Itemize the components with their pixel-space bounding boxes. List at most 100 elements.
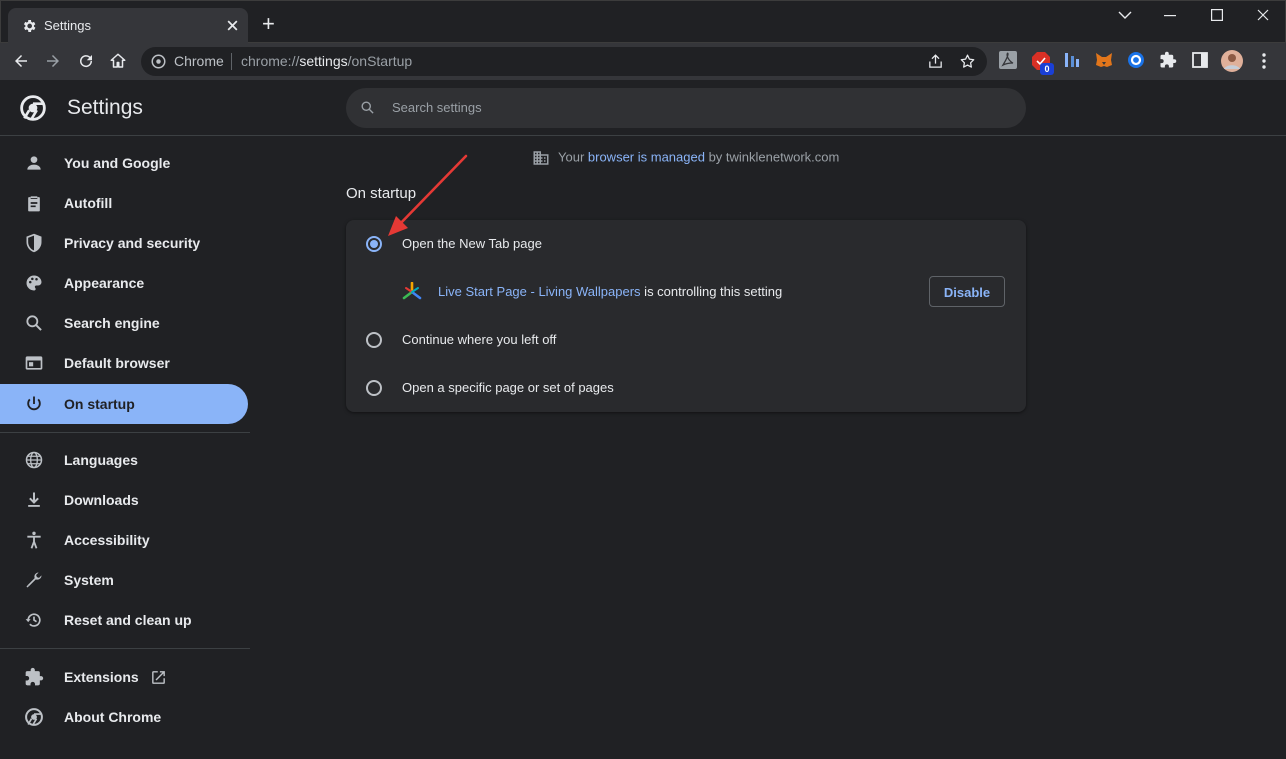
- shield-icon: [26, 233, 42, 253]
- sidebar-item-on-startup[interactable]: On startup: [0, 384, 248, 424]
- tab-settings[interactable]: Settings: [8, 8, 248, 43]
- chrome-page-icon: [151, 54, 166, 69]
- minimize-icon[interactable]: [1164, 15, 1176, 17]
- sidebar-item-label: You and Google: [64, 155, 171, 171]
- tab-title: Settings: [44, 18, 91, 33]
- sidebar-item-label: System: [64, 572, 114, 588]
- controlling-extension-row: Live Start Page - Living Wallpapers is c…: [346, 268, 1026, 316]
- sidebar-item-label: Accessibility: [64, 532, 150, 548]
- clipboard-icon: [28, 196, 40, 212]
- sidebar-item-you-and-google[interactable]: You and Google: [0, 143, 248, 183]
- sidebar-item-system[interactable]: System: [0, 560, 248, 600]
- sidebar-item-label: About Chrome: [64, 709, 162, 725]
- page-title: Settings: [67, 96, 143, 119]
- bookmark-star-icon[interactable]: [959, 53, 976, 70]
- managed-browser-notice: Your browser is managed by twinklenetwor…: [532, 149, 839, 167]
- sidebar-item-about-chrome[interactable]: About Chrome: [0, 697, 248, 737]
- download-icon: [28, 492, 40, 507]
- search-placeholder: Search settings: [392, 100, 482, 115]
- search-settings-input[interactable]: Search settings: [346, 88, 1026, 128]
- sidebar-item-label: On startup: [64, 396, 135, 412]
- extensions-puzzle-icon[interactable]: [1159, 51, 1179, 71]
- chrome-logo-icon: [25, 708, 43, 726]
- sidebar-item-default-browser[interactable]: Default browser: [0, 343, 248, 383]
- sidebar-item-reset-and-clean-up[interactable]: Reset and clean up: [0, 600, 248, 640]
- sidebar-item-autofill[interactable]: Autofill: [0, 183, 248, 223]
- person-icon: [27, 156, 41, 170]
- building-icon: [533, 151, 549, 165]
- side-panel-icon[interactable]: [1191, 51, 1211, 71]
- power-icon: [27, 396, 41, 411]
- radio-button[interactable]: [366, 332, 382, 348]
- share-icon[interactable]: [927, 53, 944, 70]
- close-window-icon[interactable]: [1257, 9, 1269, 21]
- sidebar-item-label: Search engine: [64, 315, 160, 331]
- globe-icon: [25, 451, 43, 469]
- tab-search-chevron-icon[interactable]: [1118, 10, 1132, 20]
- sidebar-item-label: Reset and clean up: [64, 612, 192, 628]
- search-icon: [26, 315, 42, 331]
- live-start-page-logo-icon: [402, 282, 422, 300]
- wrench-icon: [26, 572, 42, 588]
- sidebar-divider: [0, 648, 250, 649]
- gear-icon: [21, 18, 37, 34]
- managed-suffix: by twinklenetwork.com: [704, 149, 840, 165]
- sidebar-item-label: Languages: [64, 452, 138, 468]
- forward-icon[interactable]: [44, 52, 62, 70]
- maximize-icon[interactable]: [1211, 9, 1223, 21]
- radio-option-continue[interactable]: Continue where you left off: [346, 316, 1026, 364]
- history-icon: [25, 613, 41, 627]
- puzzle-icon: [25, 667, 44, 686]
- radio-label: Open a specific page or set of pages: [402, 380, 614, 395]
- reload-icon[interactable]: [77, 52, 95, 70]
- disable-extension-button[interactable]: Disable: [929, 276, 1005, 307]
- browser-window-icon: [25, 356, 43, 370]
- browser-managed-link[interactable]: browser is managed: [588, 149, 705, 164]
- sidebar-item-languages[interactable]: Languages: [0, 440, 248, 480]
- profile-avatar[interactable]: [1221, 50, 1243, 72]
- controlling-extension-text: Live Start Page - Living Wallpapers is c…: [438, 284, 782, 299]
- stats-extension-icon[interactable]: [1063, 51, 1083, 71]
- omnibox[interactable]: Chrome chrome://settings/onStartup: [141, 47, 987, 76]
- omnibox-url[interactable]: chrome://settings/onStartup: [241, 53, 412, 69]
- sidebar-item-search-engine[interactable]: Search engine: [0, 303, 248, 343]
- managed-prefix: Your: [558, 149, 588, 165]
- palette-icon: [26, 275, 42, 291]
- controlling-suffix: is controlling this setting: [640, 284, 783, 299]
- sidebar-divider: [0, 432, 250, 433]
- search-icon: [360, 100, 375, 115]
- new-tab-button[interactable]: +: [262, 13, 275, 35]
- extension-name-link[interactable]: Live Start Page - Living Wallpapers: [438, 284, 641, 299]
- radio-button-checked[interactable]: [366, 236, 382, 252]
- sidebar-item-downloads[interactable]: Downloads: [0, 480, 248, 520]
- radio-option-specific-pages[interactable]: Open a specific page or set of pages: [346, 364, 1026, 412]
- radio-label: Continue where you left off: [402, 332, 557, 347]
- home-icon[interactable]: [109, 52, 127, 70]
- sidebar-item-label: Appearance: [64, 275, 145, 291]
- settings-header: Settings Search settings: [0, 80, 1286, 136]
- url-host: settings: [299, 53, 348, 69]
- sidebar-item-label: Downloads: [64, 492, 139, 508]
- startup-options-card: Open the New Tab page Live Start Page - …: [346, 220, 1026, 412]
- chrome-logo-icon: [20, 95, 46, 121]
- sidebar-item-privacy-and-security[interactable]: Privacy and security: [0, 223, 248, 263]
- sidebar-item-appearance[interactable]: Appearance: [0, 263, 248, 303]
- back-icon[interactable]: [12, 52, 30, 70]
- radio-button[interactable]: [366, 380, 382, 396]
- metamask-fox-icon[interactable]: [1095, 51, 1115, 71]
- sidebar-item-accessibility[interactable]: Accessibility: [0, 520, 248, 560]
- sidebar-item-extensions[interactable]: Extensions: [0, 657, 248, 697]
- chrome-menu-icon[interactable]: [1262, 53, 1266, 69]
- sidebar-item-label: Extensions: [64, 669, 139, 685]
- url-path: /onStartup: [347, 53, 413, 69]
- url-scheme: chrome://: [241, 53, 300, 69]
- omnibox-separator: [231, 53, 232, 70]
- ring-extension-icon[interactable]: [1127, 51, 1147, 71]
- sidebar-item-label: Default browser: [64, 355, 170, 371]
- close-tab-icon[interactable]: [226, 19, 239, 32]
- sidebar-item-label: Autofill: [64, 195, 113, 211]
- open-in-new-icon: [152, 671, 165, 684]
- pdf-extension-icon[interactable]: [999, 51, 1019, 71]
- sidebar-item-label: Privacy and security: [64, 235, 201, 251]
- accessibility-icon: [27, 531, 41, 549]
